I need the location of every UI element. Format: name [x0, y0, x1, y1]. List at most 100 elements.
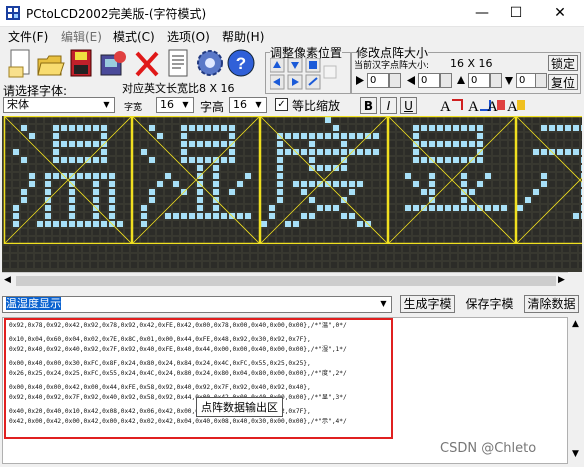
matrix-dot-on[interactable]	[197, 125, 203, 131]
matrix-dot-off[interactable]	[349, 157, 355, 163]
matrix-dot-off[interactable]	[21, 229, 27, 235]
matrix-dot-off[interactable]	[525, 117, 531, 123]
matrix-dot-on[interactable]	[429, 181, 435, 187]
matrix-dot-off[interactable]	[133, 157, 139, 163]
matrix-dot-off[interactable]	[213, 229, 219, 235]
matrix-dot-off[interactable]	[149, 141, 155, 147]
matrix-dot-off[interactable]	[549, 213, 555, 219]
matrix-dot-off[interactable]	[389, 181, 395, 187]
matrix-dot-off[interactable]	[213, 221, 219, 227]
matrix-dot-off[interactable]	[525, 141, 531, 147]
matrix-dot-off[interactable]	[117, 157, 123, 163]
matrix-dot-off[interactable]	[389, 157, 395, 163]
matrix-dot-off[interactable]	[373, 197, 379, 203]
matrix-dot-off[interactable]	[501, 173, 507, 179]
matrix-dot-on[interactable]	[333, 181, 339, 187]
matrix-dot-off[interactable]	[213, 237, 219, 243]
matrix-dot-off[interactable]	[573, 157, 579, 163]
matrix-dot-off[interactable]	[293, 141, 299, 147]
matrix-dot-off[interactable]	[573, 237, 579, 243]
matrix-dot-off[interactable]	[573, 205, 579, 211]
matrix-dot-off[interactable]	[197, 117, 203, 123]
matrix-dot-off[interactable]	[357, 173, 363, 179]
matrix-dot-off[interactable]	[397, 205, 403, 211]
matrix-dot-off[interactable]	[517, 213, 523, 219]
matrix-dot-off[interactable]	[13, 165, 19, 171]
matrix-dot-off[interactable]	[29, 117, 35, 123]
matrix-dot-off[interactable]	[133, 125, 139, 131]
matrix-dot-off[interactable]	[221, 165, 227, 171]
matrix-dot-on[interactable]	[437, 125, 443, 131]
matrix-dot-off[interactable]	[61, 197, 67, 203]
matrix-dot-off[interactable]	[293, 189, 299, 195]
matrix-dot-off[interactable]	[181, 117, 187, 123]
matrix-dot-off[interactable]	[109, 141, 115, 147]
matrix-dot-off[interactable]	[21, 237, 27, 243]
matrix-dot-off[interactable]	[485, 189, 491, 195]
matrix-dot-off[interactable]	[245, 133, 251, 139]
matrix-dot-on[interactable]	[301, 133, 307, 139]
matrix-dot-off[interactable]	[573, 117, 579, 123]
height-select[interactable]: 16 ▼	[229, 97, 267, 113]
width-grow-spin-arrows[interactable]	[440, 73, 452, 88]
matrix-dot-off[interactable]	[565, 141, 571, 147]
matrix-dot-off[interactable]	[325, 229, 331, 235]
matrix-dot-on[interactable]	[277, 165, 283, 171]
matrix-dot-off[interactable]	[229, 237, 235, 243]
matrix-dot-off[interactable]	[101, 165, 107, 171]
matrix-dot-off[interactable]	[525, 181, 531, 187]
matrix-dot-on[interactable]	[485, 173, 491, 179]
matrix-dot-on[interactable]	[109, 197, 115, 203]
matrix-dot-off[interactable]	[53, 205, 59, 211]
matrix-dot-off[interactable]	[61, 213, 67, 219]
matrix-dot-off[interactable]	[485, 133, 491, 139]
matrix-dot-on[interactable]	[181, 125, 187, 131]
matrix-dot-off[interactable]	[397, 133, 403, 139]
matrix-dot-off[interactable]	[525, 133, 531, 139]
matrix-dot-off[interactable]	[237, 173, 243, 179]
scroll-right-icon[interactable]: ▶	[558, 275, 565, 285]
matrix-dot-off[interactable]	[573, 189, 579, 195]
matrix-dot-off[interactable]	[333, 213, 339, 219]
matrix-dot-off[interactable]	[533, 157, 539, 163]
matrix-dot-off[interactable]	[149, 149, 155, 155]
matrix-dot-off[interactable]	[13, 237, 19, 243]
font-select[interactable]: 宋体 ▼	[3, 97, 115, 113]
matrix-dot-on[interactable]	[21, 197, 27, 203]
matrix-dot-off[interactable]	[573, 165, 579, 171]
matrix-dot-on[interactable]	[493, 205, 499, 211]
matrix-dot-off[interactable]	[485, 221, 491, 227]
matrix-dot-on[interactable]	[21, 189, 27, 195]
matrix-dot-on[interactable]	[221, 141, 227, 147]
matrix-dot-off[interactable]	[445, 197, 451, 203]
matrix-dot-on[interactable]	[477, 125, 483, 131]
matrix-dot-off[interactable]	[261, 157, 267, 163]
matrix-dot-off[interactable]	[261, 229, 267, 235]
matrix-dot-off[interactable]	[301, 141, 307, 147]
matrix-dot-off[interactable]	[389, 165, 395, 171]
matrix-dot-off[interactable]	[29, 197, 35, 203]
matrix-dot-off[interactable]	[189, 189, 195, 195]
matrix-dot-off[interactable]	[525, 149, 531, 155]
matrix-dot-on[interactable]	[501, 205, 507, 211]
matrix-dot-off[interactable]	[413, 165, 419, 171]
matrix-dot-off[interactable]	[381, 213, 387, 219]
matrix-dot-off[interactable]	[565, 213, 571, 219]
matrix-dot-on[interactable]	[197, 189, 203, 195]
matrix-dot-on[interactable]	[77, 141, 83, 147]
matrix-dot-off[interactable]	[389, 141, 395, 147]
matrix-dot-off[interactable]	[165, 189, 171, 195]
matrix-dot-off[interactable]	[253, 141, 259, 147]
matrix-dot-off[interactable]	[557, 221, 563, 227]
matrix-dot-off[interactable]	[5, 197, 11, 203]
matrix-dot-off[interactable]	[133, 141, 139, 147]
matrix-dot-off[interactable]	[13, 173, 19, 179]
matrix-dot-off[interactable]	[541, 157, 547, 163]
matrix-dot-off[interactable]	[421, 213, 427, 219]
bold-button[interactable]: B	[360, 97, 377, 114]
matrix-dot-off[interactable]	[149, 237, 155, 243]
matrix-dot-on[interactable]	[205, 125, 211, 131]
matrix-dot-off[interactable]	[421, 117, 427, 123]
matrix-dot-on[interactable]	[461, 125, 467, 131]
matrix-dot-on[interactable]	[69, 205, 75, 211]
